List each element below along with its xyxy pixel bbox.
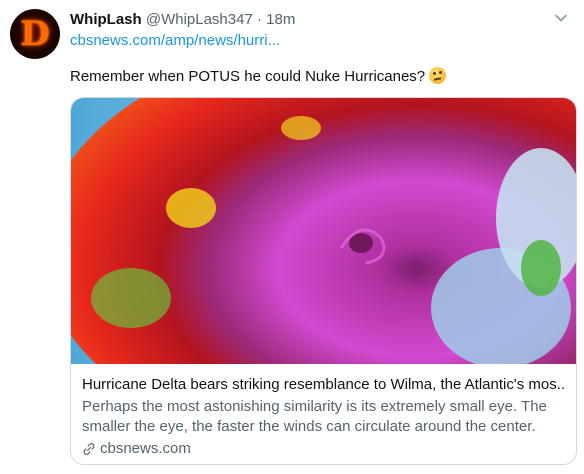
tweet-text: Remember when POTUS he could Nuke Hurric… [70,67,447,87]
avatar-logo: D [20,14,50,54]
tweet[interactable]: D WhipLash @WhipLash347 · 18m cbsnews.co… [0,0,584,474]
avatar[interactable]: D [10,9,60,59]
card-description: Perhaps the most astonishing similarity … [82,398,547,435]
card-body: Hurricane Delta bears striking resemblan… [82,375,566,459]
hurricane-satellite-image[interactable] [71,98,576,364]
card-source-domain: cbsnews.com [100,440,191,457]
card-title[interactable]: Hurricane Delta bears striking resemblan… [82,375,566,395]
tweet-header: WhipLash @WhipLash347 · 18m [70,10,295,30]
timestamp[interactable]: 18m [266,11,295,28]
link-preview-card[interactable]: Hurricane Delta bears striking resemblan… [70,97,577,465]
user-handle[interactable]: @WhipLash347 [146,11,253,28]
tweet-body: Remember when POTUS he could Nuke Hurric… [70,68,426,85]
thinking-face-emoji-icon [429,67,447,84]
separator-dot: · [256,11,262,28]
link-icon [83,443,95,455]
display-name[interactable]: WhipLash [70,11,142,28]
chevron-down-icon[interactable] [552,9,570,27]
card-source: cbsnews.com [82,439,566,459]
tweet-link[interactable]: cbsnews.com/amp/news/hurri... [70,31,280,51]
